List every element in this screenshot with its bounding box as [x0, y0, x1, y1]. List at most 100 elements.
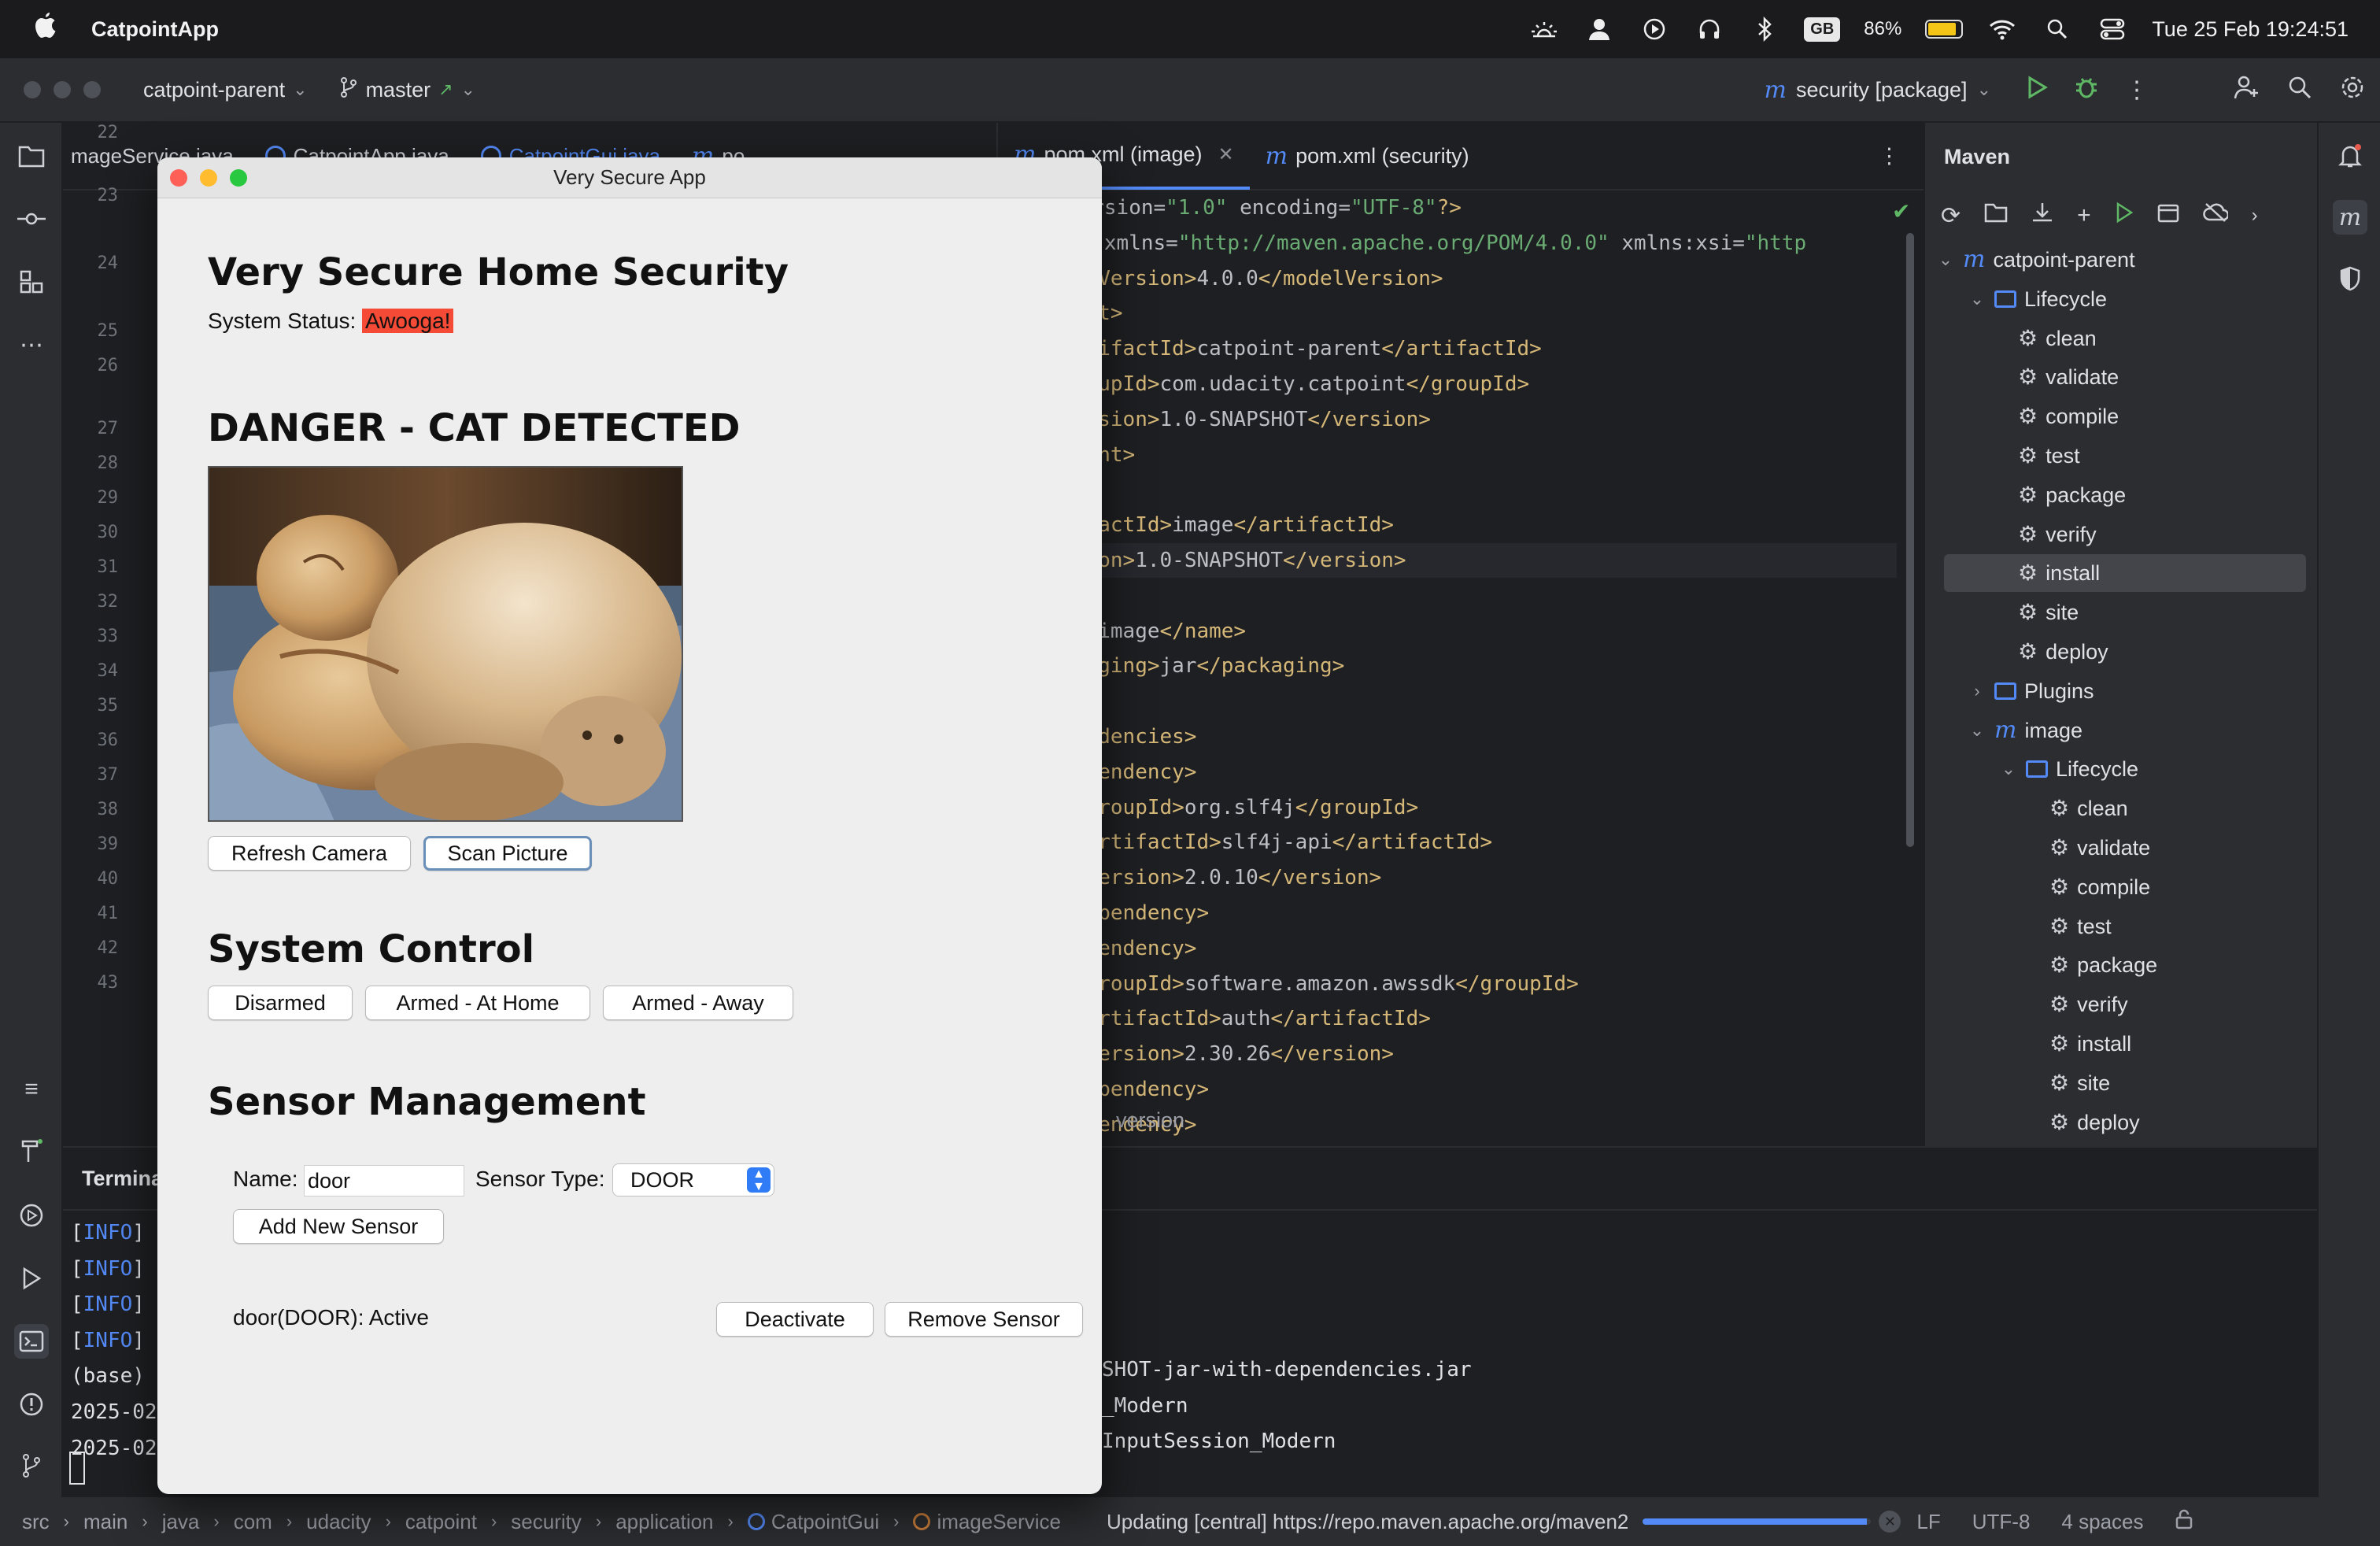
input-source-badge[interactable]: GB	[1804, 17, 1841, 42]
editor-scrollbar[interactable]	[1906, 233, 1914, 847]
breadcrumb-item[interactable]: imageService	[937, 1510, 1061, 1534]
add-new-sensor-button[interactable]: Add New Sensor	[233, 1209, 444, 1244]
armed-at-home-button[interactable]: Armed - At Home	[365, 986, 590, 1020]
structure-icon[interactable]	[14, 264, 49, 299]
run-tool-icon[interactable]	[14, 1261, 49, 1296]
more-actions-icon[interactable]: ⋮	[2125, 76, 2149, 104]
search-icon[interactable]	[2287, 75, 2312, 105]
maven-goal-item[interactable]: ⚙ deploy	[1925, 1104, 2140, 1141]
file-encoding[interactable]: UTF-8	[1972, 1510, 2031, 1534]
sensor-name-input[interactable]: door	[304, 1165, 464, 1196]
terminal-icon[interactable]	[14, 1324, 49, 1359]
version-control-icon[interactable]	[14, 1448, 49, 1483]
editor-breadcrumb[interactable]: version	[1116, 1108, 1184, 1133]
cancel-task-icon[interactable]: ✕	[1879, 1511, 1901, 1533]
settings-gear-icon[interactable]	[2339, 74, 2366, 106]
build-hammer-icon[interactable]	[14, 1134, 49, 1168]
wifi-icon[interactable]	[1986, 13, 2018, 45]
project-folder-icon[interactable]	[14, 139, 49, 173]
download-icon[interactable]	[2031, 202, 2053, 230]
services-icon[interactable]	[14, 1198, 49, 1233]
battery-icon[interactable]	[1925, 20, 1964, 39]
notifications-bell-icon[interactable]	[2333, 139, 2367, 173]
breadcrumb-item[interactable]: udacity	[306, 1510, 371, 1534]
bluetooth-icon[interactable]	[1749, 13, 1780, 45]
run-icon[interactable]	[2026, 75, 2048, 105]
breadcrumb-item[interactable]: com	[234, 1510, 272, 1534]
maven-goal-item[interactable]: ⚙ test	[1925, 908, 2112, 945]
run-configuration-selector[interactable]: m security [package] ⌄	[1765, 76, 1992, 104]
generate-sources-icon[interactable]	[1984, 202, 2008, 229]
user-icon[interactable]	[1584, 13, 1615, 45]
maven-goal-item[interactable]: ⚙ install	[1925, 1025, 2131, 1063]
branch-selector[interactable]: master ↗ ⌄	[339, 76, 475, 104]
breadcrumb-item[interactable]: application	[615, 1510, 713, 1534]
maven-goal-item[interactable]: ⚙ package	[1925, 946, 2157, 984]
maven-goal-item[interactable]: ⚙ verify	[1925, 516, 2097, 553]
maven-goal-item[interactable]: ⚙ site	[1925, 1064, 2110, 1102]
breadcrumb-item[interactable]: security	[511, 1510, 582, 1534]
maven-tool-icon[interactable]: m	[2333, 200, 2367, 235]
disarmed-button[interactable]: Disarmed	[208, 986, 353, 1020]
app-zoom-button[interactable]	[230, 169, 247, 187]
maven-folder-item[interactable]: ⌄ Lifecycle	[1925, 280, 2107, 318]
breadcrumb-item[interactable]: main	[83, 1510, 128, 1534]
commit-icon[interactable]	[14, 202, 49, 236]
maven-goal-item[interactable]: ⚙ package	[1925, 476, 2126, 514]
remove-sensor-button[interactable]: Remove Sensor	[885, 1302, 1083, 1337]
offline-mode-icon[interactable]	[2202, 202, 2229, 229]
zoom-window-button[interactable]	[83, 81, 101, 98]
breadcrumb-item[interactable]: java	[162, 1510, 200, 1534]
play-circle-icon[interactable]	[1639, 13, 1670, 45]
close-tab-icon[interactable]: ✕	[1218, 143, 1234, 166]
project-selector[interactable]: catpoint-parent ⌄	[143, 78, 308, 102]
scan-picture-button[interactable]: Scan Picture	[423, 836, 592, 871]
maven-module-item[interactable]: ⌄ m image	[1925, 712, 2082, 749]
minimize-window-button[interactable]	[54, 81, 71, 98]
add-user-icon[interactable]	[2234, 75, 2260, 105]
breadcrumb-item[interactable]: catpoint	[405, 1510, 477, 1534]
maven-goal-item[interactable]: ⚙ validate	[1925, 829, 2150, 867]
app-minimize-button[interactable]	[200, 169, 217, 187]
apple-logo-icon[interactable]	[31, 12, 60, 47]
active-app-name[interactable]: CatpointApp	[91, 17, 219, 42]
maven-goal-item[interactable]: ⚙ clean	[1925, 320, 2097, 357]
execute-goal-icon[interactable]	[2157, 202, 2179, 229]
menubar-clock[interactable]: Tue 25 Feb 19:24:51	[2152, 17, 2349, 42]
headphones-icon[interactable]	[1694, 13, 1725, 45]
sensor-type-select[interactable]: DOOR ▲ ▼	[612, 1163, 774, 1196]
line-separator[interactable]: LF	[1916, 1510, 1940, 1534]
breadcrumb-item[interactable]: src	[22, 1510, 50, 1534]
maven-goal-item[interactable]: ⚙ deploy	[1925, 633, 2108, 671]
refresh-camera-button[interactable]: Refresh Camera	[208, 836, 411, 871]
maven-goal-item[interactable]: ⚙ test	[1925, 437, 2080, 475]
maven-goal-item[interactable]: ⚙ clean	[1925, 790, 2128, 827]
chevron-right-icon[interactable]: ›	[2252, 205, 2258, 227]
maven-folder-item[interactable]: ⌄ Lifecycle	[1925, 750, 2138, 788]
read-only-lock-icon[interactable]	[2175, 1509, 2193, 1535]
maven-folder-item[interactable]: › Plugins	[1925, 672, 2094, 710]
weather-icon[interactable]	[1528, 13, 1560, 45]
maven-goal-item[interactable]: ⚙ verify	[1925, 986, 2128, 1023]
tab-options-icon[interactable]: ⋮	[1879, 144, 1900, 168]
tab-pom-security[interactable]: m pom.xml (security)	[1250, 122, 1485, 190]
spotlight-search-icon[interactable]	[2042, 13, 2073, 45]
maven-module-item[interactable]: ⌄ m catpoint-parent	[1925, 241, 2135, 279]
indent-setting[interactable]: 4 spaces	[2061, 1510, 2143, 1534]
todo-list-icon[interactable]: ≡	[14, 1072, 49, 1107]
close-window-button[interactable]	[24, 81, 41, 98]
background-task-text[interactable]: Updating [central] https://repo.maven.ap…	[1107, 1510, 1628, 1534]
add-icon[interactable]: +	[2077, 202, 2091, 229]
app-window-titlebar[interactable]: Very Secure App	[157, 157, 1102, 198]
app-close-button[interactable]	[170, 169, 187, 187]
maven-goal-item[interactable]: ⚙ compile	[1925, 398, 2119, 435]
breadcrumb-item[interactable]: CatpointGui	[771, 1510, 879, 1534]
maven-goal-item[interactable]: ⚙ site	[1925, 594, 2079, 631]
problems-icon[interactable]	[14, 1387, 49, 1422]
armed-away-button[interactable]: Armed - Away	[603, 986, 793, 1020]
control-center-icon[interactable]	[2097, 13, 2128, 45]
maven-goal-item[interactable]: ⚙ install	[1944, 554, 2306, 593]
security-shield-icon[interactable]	[2333, 261, 2367, 296]
maven-goal-item[interactable]: ⚙ compile	[1925, 868, 2150, 906]
reload-icon[interactable]: ⟳	[1941, 202, 1961, 230]
